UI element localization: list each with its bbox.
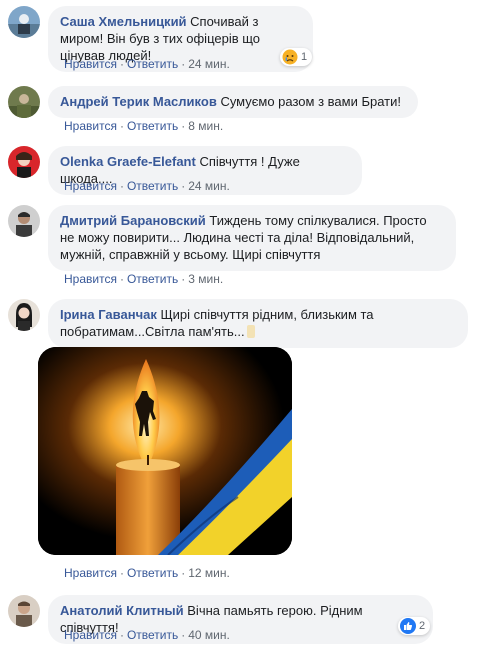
avatar[interactable] [8,299,40,331]
comment-bubble: Андрей Терик Масликов Сумуємо разом з ва… [48,86,418,118]
like-link[interactable]: Нравится [64,57,117,71]
comment-actions: Нравится · Ответить · 24 мин. [64,179,230,193]
comment-photo[interactable] [38,347,292,555]
comment-author[interactable]: Андрей Терик Масликов [60,94,217,109]
like-link[interactable]: Нравится [64,119,117,133]
avatar[interactable] [8,6,40,38]
comment-text: Сумуємо разом з вами Брати! [220,94,401,109]
comment-item: Анатолий Клитный Вічна памьять герою. Рі… [8,595,488,645]
comment-author[interactable]: Анатолий Клитный [60,603,184,618]
comment-author[interactable]: Саша Хмельницкий [60,14,187,29]
comment-actions: Нравится · Ответить · 12 мин. [64,566,230,580]
comment-bubble: Ірина Гаванчак Щирі співчуття рідним, бл… [48,299,468,348]
like-link[interactable]: Нравится [64,566,117,580]
memorial-candle-flag-image [38,347,292,555]
comment-time[interactable]: 24 мин. [188,179,230,193]
comment-actions: Нравится · Ответить · 24 мин. [64,57,230,71]
avatar[interactable] [8,595,40,627]
comment-item: Olenka Graefe-Elefant Співчуття ! Дуже ш… [8,146,488,196]
avatar[interactable] [8,146,40,178]
avatar[interactable] [8,205,40,237]
like-link[interactable]: Нравится [64,628,117,642]
reaction-count: 2 [419,620,426,632]
comment-item: Саша Хмельницкий Спочивай з миром! Він б… [8,6,488,76]
comment-actions: Нравится · Ответить · 40 мин. [64,628,230,642]
reply-link[interactable]: Ответить [127,119,178,133]
comment-author[interactable]: Дмитрий Барановский [60,213,206,228]
comment-actions: Нравится · Ответить · 3 мин. [64,272,224,286]
like-thumb-icon [400,618,416,634]
reaction-summary[interactable]: 2 [398,617,431,635]
comment-time[interactable]: 12 мин. [188,566,230,580]
sad-face-icon [282,49,298,65]
comment-author[interactable]: Ірина Гаванчак [60,307,157,322]
comment-item: Андрей Терик Масликов Сумуємо разом з ва… [8,86,488,136]
reply-link[interactable]: Ответить [127,272,178,286]
comment-time[interactable]: 3 мин. [188,272,223,286]
reaction-count: 1 [301,51,308,63]
comment-bubble: Дмитрий Барановский Тиждень тому спілкув… [48,205,456,271]
reply-link[interactable]: Ответить [127,628,178,642]
avatar[interactable] [8,86,40,118]
reply-link[interactable]: Ответить [127,179,178,193]
comment-time[interactable]: 24 мин. [188,57,230,71]
comment-time[interactable]: 40 мин. [188,628,230,642]
comment-item: Дмитрий Барановский Тиждень тому спілкув… [8,205,488,290]
like-link[interactable]: Нравится [64,272,117,286]
comment-time[interactable]: 8 мин. [188,119,223,133]
like-link[interactable]: Нравится [64,179,117,193]
reply-link[interactable]: Ответить [127,566,178,580]
comment-author[interactable]: Olenka Graefe-Elefant [60,154,196,169]
comment-actions: Нравится · Ответить · 8 мин. [64,119,224,133]
reaction-summary[interactable]: 1 [280,48,313,66]
candle-emoji-icon [246,325,255,338]
reply-link[interactable]: Ответить [127,57,178,71]
